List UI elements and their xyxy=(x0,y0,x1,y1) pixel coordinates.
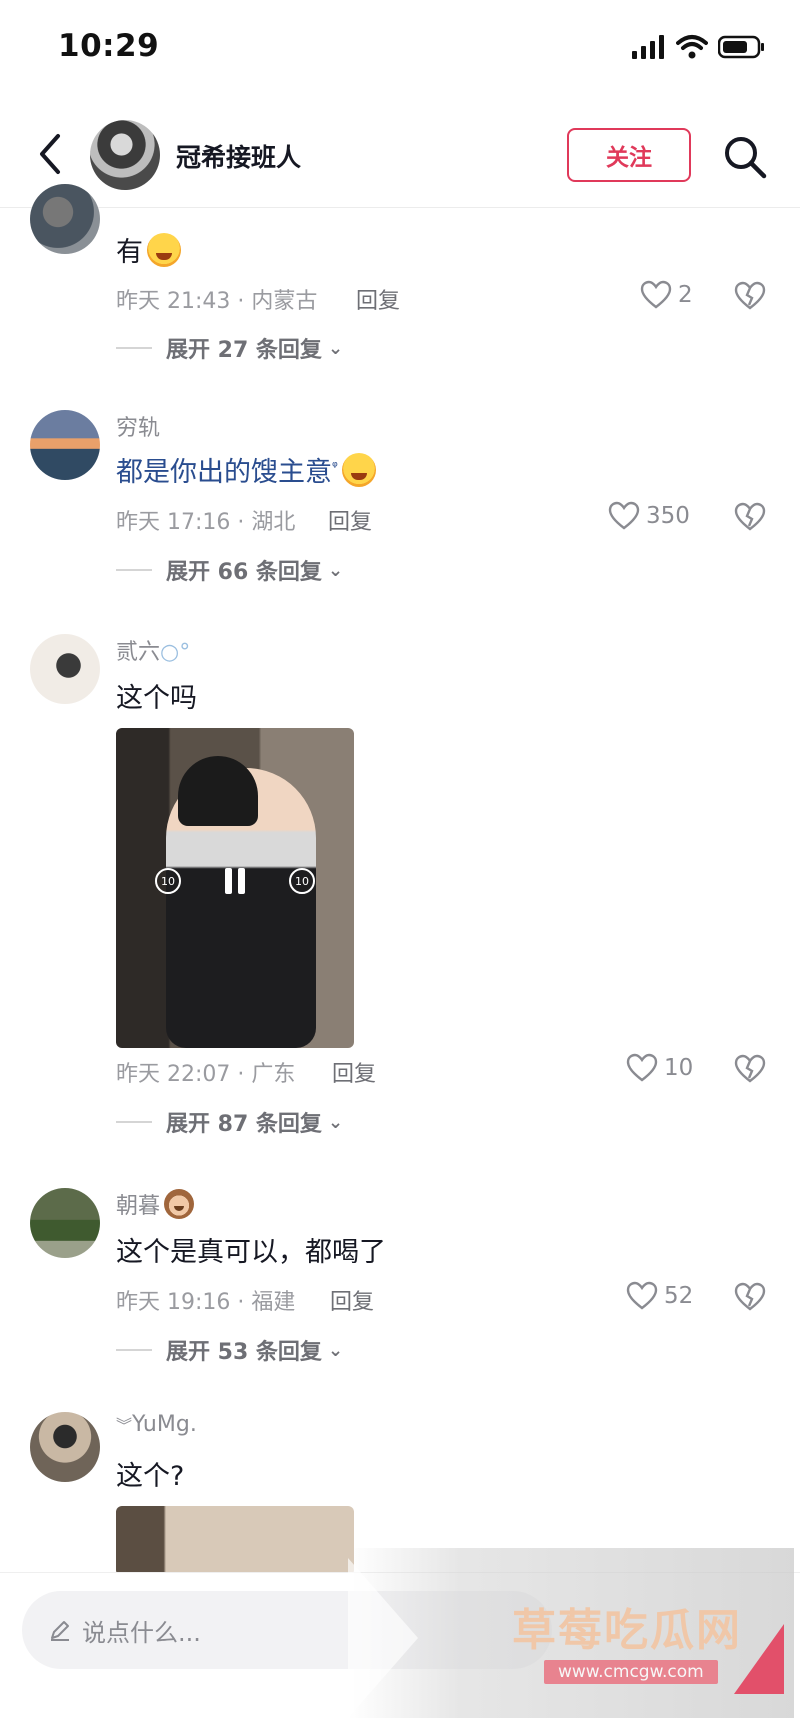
comment-avatar[interactable] xyxy=(30,1188,100,1258)
video-controls: 10 10 xyxy=(116,868,354,894)
broken-heart-icon[interactable] xyxy=(734,501,766,533)
watermark-arrow-shape xyxy=(348,1558,418,1718)
expand-replies-label: 展开 53 条回复 xyxy=(166,1340,322,1365)
divider-line xyxy=(116,1349,152,1351)
like-button[interactable]: 2 xyxy=(640,280,693,310)
like-count: 350 xyxy=(646,503,690,529)
like-count: 10 xyxy=(664,1055,694,1081)
broken-heart-icon[interactable] xyxy=(734,1053,766,1085)
broken-heart-icon[interactable] xyxy=(734,280,766,312)
comment-time-location: 昨天 21:43 · 内蒙古 xyxy=(116,289,318,314)
expand-replies-button[interactable]: 展开 87 条回复 ⌄ xyxy=(116,1106,343,1138)
comment-time-location: 昨天 17:16 · 湖北 xyxy=(116,510,296,535)
like-count: 2 xyxy=(678,282,693,308)
heart-icon xyxy=(608,501,640,530)
comment-text: 这个? xyxy=(116,1461,185,1492)
pause-icon[interactable] xyxy=(225,868,245,894)
video-thumbnail[interactable]: 10 10 xyxy=(116,728,354,1048)
divider-line xyxy=(116,569,152,571)
comment-username[interactable]: 穷轨 xyxy=(116,410,160,442)
reply-button[interactable]: 回复 xyxy=(332,1056,376,1088)
status-icons xyxy=(632,34,766,60)
reply-button[interactable]: 回复 xyxy=(356,283,400,315)
comment-text: 这个吗 xyxy=(116,683,197,714)
divider-line xyxy=(116,1121,152,1123)
chevron-down-icon: ⌄ xyxy=(327,1339,344,1361)
profile-header: 冠希接班人 关注 xyxy=(0,100,800,208)
like-count: 52 xyxy=(664,1283,694,1309)
comment-username[interactable]: 贰六○° xyxy=(116,634,190,666)
search-hint-icon: ᵠ xyxy=(332,459,338,475)
laughing-tears-emoji-icon xyxy=(341,453,376,487)
broken-heart-icon[interactable] xyxy=(734,1281,766,1313)
video-thumbnail[interactable] xyxy=(116,1506,354,1576)
comment-avatar[interactable] xyxy=(30,634,100,704)
like-button[interactable]: 10 xyxy=(626,1053,693,1083)
monkey-emoji-icon xyxy=(164,1189,195,1219)
like-button[interactable]: 52 xyxy=(626,1281,693,1311)
header-username[interactable]: 冠希接班人 xyxy=(176,138,301,174)
video-person-hair xyxy=(178,756,258,826)
comment-avatar[interactable] xyxy=(30,1412,100,1482)
divider-line xyxy=(116,347,152,349)
wing-decoration-icon: ︾ xyxy=(116,1416,133,1435)
comment-time-location: 昨天 19:16 · 福建 xyxy=(116,1290,296,1315)
comment-text: 这个是真可以，都喝了 xyxy=(116,1237,386,1268)
comment-input-placeholder: 说点什么... xyxy=(82,1618,201,1647)
comment-avatar[interactable] xyxy=(30,410,100,480)
rewind-10-icon[interactable]: 10 xyxy=(155,868,181,894)
back-arrow-icon[interactable] xyxy=(30,128,70,180)
reply-button[interactable]: 回复 xyxy=(328,504,372,536)
chevron-down-icon: ⌄ xyxy=(327,559,344,581)
watermark-title: 草莓吃瓜网 xyxy=(512,1605,742,1656)
watermark-url: www.cmcgw.com xyxy=(544,1660,718,1684)
forward-10-icon[interactable]: 10 xyxy=(289,868,315,894)
comment-text[interactable]: 都是你出的馊主意ᵠ xyxy=(116,450,376,489)
heart-icon xyxy=(640,280,672,309)
expand-replies-button[interactable]: 展开 53 条回复 ⌄ xyxy=(116,1334,343,1366)
expand-replies-label: 展开 66 条回复 xyxy=(166,560,322,585)
follow-button[interactable]: 关注 xyxy=(567,128,691,182)
header-avatar[interactable] xyxy=(90,120,160,190)
like-button[interactable]: 350 xyxy=(608,501,690,531)
heart-icon xyxy=(626,1281,658,1310)
signal-icon xyxy=(632,35,664,59)
watermark-overlay: 草莓吃瓜网 www.cmcgw.com xyxy=(348,1548,794,1718)
comment-time-location: 昨天 22:07 · 广东 xyxy=(116,1062,296,1087)
expand-replies-button[interactable]: 展开 27 条回复 ⌄ xyxy=(116,332,343,364)
pencil-icon xyxy=(51,1621,69,1641)
expand-replies-label: 展开 87 条回复 xyxy=(166,1112,322,1137)
chevron-down-icon: ⌄ xyxy=(327,1111,344,1133)
comment-text: 有 xyxy=(116,230,181,269)
search-icon[interactable] xyxy=(722,134,768,180)
reply-button[interactable]: 回复 xyxy=(330,1284,374,1316)
wifi-icon xyxy=(676,35,708,59)
comment-username[interactable]: ︾YuMg. xyxy=(116,1412,197,1437)
chevron-down-icon: ⌄ xyxy=(327,337,344,359)
comment-avatar[interactable] xyxy=(30,184,100,254)
laughing-tears-emoji-icon xyxy=(147,233,181,267)
bubbles-emoji-icon: ○° xyxy=(160,640,191,665)
expand-replies-button[interactable]: 展开 66 条回复 ⌄ xyxy=(116,554,343,586)
expand-replies-label: 展开 27 条回复 xyxy=(166,338,322,363)
status-time: 10:29 xyxy=(58,28,160,64)
comment-username[interactable]: 朝暮 xyxy=(116,1188,195,1220)
battery-icon xyxy=(718,35,764,59)
status-bar: 10:29 xyxy=(0,0,800,100)
heart-icon xyxy=(626,1053,658,1082)
